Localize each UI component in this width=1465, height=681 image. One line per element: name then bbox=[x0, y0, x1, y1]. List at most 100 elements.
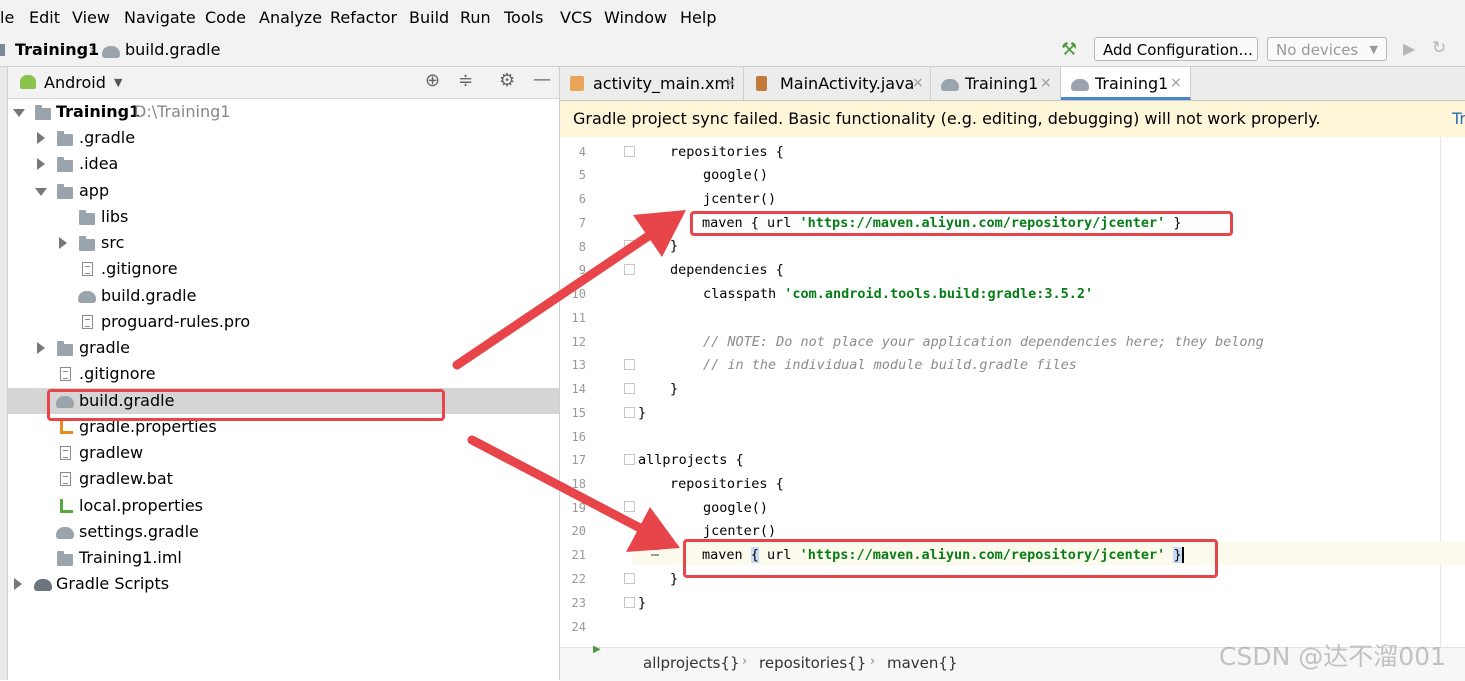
code-line[interactable]: dependencies { bbox=[670, 262, 784, 278]
run-icon[interactable]: ▶ bbox=[1403, 39, 1415, 58]
gear-icon[interactable]: ⚙ bbox=[499, 70, 515, 91]
tab-training1-active[interactable]: Training1 × bbox=[1061, 67, 1191, 100]
close-icon[interactable]: × bbox=[1040, 67, 1052, 100]
devices-dropdown[interactable]: No devices ▼ bbox=[1267, 37, 1387, 61]
fold-marker-icon[interactable] bbox=[624, 501, 635, 512]
folder-icon bbox=[57, 157, 73, 172]
collapsed-arrow-icon bbox=[14, 578, 22, 590]
code-line[interactable]: google() bbox=[703, 500, 768, 516]
fold-marker-icon[interactable] bbox=[624, 454, 635, 465]
menu-window[interactable]: Window bbox=[604, 8, 667, 27]
menu-code[interactable]: Code bbox=[205, 8, 246, 27]
fold-marker-icon[interactable] bbox=[624, 597, 635, 608]
fold-marker-icon[interactable] bbox=[624, 264, 635, 275]
code-token: classpath bbox=[703, 286, 785, 302]
menu-refactor[interactable]: Refactor bbox=[330, 8, 397, 27]
properties-file-icon bbox=[60, 499, 73, 513]
line-number: 20 bbox=[571, 524, 586, 538]
tab-label: MainActivity.java bbox=[780, 74, 915, 93]
breadcrumb-project[interactable]: Training1 bbox=[15, 40, 99, 59]
project-panel: Android ▼ ⊕ ≑ ⚙ — Training1 D:\Training1… bbox=[8, 67, 560, 680]
line-number: 18 bbox=[571, 477, 586, 491]
minimize-icon[interactable]: — bbox=[533, 69, 551, 90]
line-number: 19 bbox=[571, 501, 586, 515]
code-line[interactable]: } bbox=[670, 571, 678, 587]
tab-training1-first[interactable]: Training1 × bbox=[931, 67, 1061, 100]
fold-marker-icon[interactable] bbox=[624, 407, 635, 418]
line-number: 6 bbox=[578, 192, 586, 206]
line-number: 4 bbox=[578, 145, 586, 159]
code-line[interactable]: jcenter() bbox=[703, 191, 776, 207]
gradle-elephant-icon bbox=[102, 46, 120, 58]
menu-file[interactable]: le bbox=[0, 8, 14, 27]
gradle-elephant-icon bbox=[34, 579, 52, 591]
navigation-bar: Training1 › build.gradle ⚒ Add Configura… bbox=[0, 34, 1465, 67]
menu-analyze[interactable]: Analyze bbox=[259, 8, 322, 27]
menu-vcs[interactable]: VCS bbox=[560, 8, 592, 27]
xml-file-icon bbox=[570, 76, 584, 91]
add-configuration-button[interactable]: Add Configuration... bbox=[1094, 37, 1258, 61]
menu-navigate[interactable]: Navigate bbox=[124, 8, 196, 27]
line-number: 11 bbox=[571, 311, 586, 325]
code-line[interactable]: } bbox=[638, 595, 646, 611]
code-line[interactable]: } bbox=[670, 238, 678, 254]
comment-line[interactable]: // NOTE: Do not place your application d… bbox=[703, 334, 1264, 350]
fold-marker-icon[interactable] bbox=[624, 383, 635, 394]
menu-build[interactable]: Build bbox=[409, 8, 449, 27]
bulb-icon[interactable] bbox=[651, 548, 659, 556]
tab-activity-main-xml[interactable]: activity_main.xml × bbox=[560, 67, 744, 100]
annotation-box-maven-line-21 bbox=[683, 539, 1218, 578]
tab-label: activity_main.xml bbox=[593, 74, 735, 93]
text-file-icon bbox=[60, 472, 71, 486]
menu-edit[interactable]: Edit bbox=[29, 8, 60, 27]
menu-tools[interactable]: Tools bbox=[504, 8, 543, 27]
module-file-icon bbox=[57, 551, 73, 566]
tab-label: Training1 bbox=[965, 74, 1039, 93]
devices-label: No devices bbox=[1276, 41, 1359, 59]
apply-changes-icon[interactable]: ↻ bbox=[1432, 38, 1446, 58]
banner-action-link[interactable]: Tr bbox=[1452, 101, 1465, 137]
code-line[interactable]: } bbox=[638, 405, 646, 421]
line-number: 5 bbox=[578, 168, 586, 182]
view-mode-selector[interactable]: Android bbox=[44, 73, 106, 92]
close-icon[interactable]: × bbox=[1170, 67, 1182, 100]
breadcrumb-maven[interactable]: maven{} bbox=[887, 654, 958, 672]
code-line[interactable]: repositories { bbox=[670, 144, 784, 160]
android-icon bbox=[20, 75, 36, 89]
chevron-down-icon[interactable]: ▼ bbox=[114, 76, 122, 89]
fold-marker-icon[interactable] bbox=[624, 359, 635, 370]
tree-label: build.gradle bbox=[101, 286, 197, 305]
line-number: 14 bbox=[571, 382, 586, 396]
gradle-elephant-icon bbox=[78, 291, 96, 303]
line-number: 22 bbox=[571, 572, 586, 586]
code-line[interactable]: } bbox=[670, 381, 678, 397]
menu-help[interactable]: Help bbox=[680, 8, 716, 27]
text-file-icon bbox=[82, 262, 93, 276]
line-number: 15 bbox=[571, 406, 586, 420]
project-panel-header: Android ▼ ⊕ ≑ ⚙ — bbox=[8, 67, 559, 99]
code-line[interactable]: repositories { bbox=[670, 476, 784, 492]
code-line[interactable]: allprojects { bbox=[638, 452, 744, 468]
fold-marker-icon[interactable] bbox=[624, 240, 635, 251]
menu-run[interactable]: Run bbox=[460, 8, 491, 27]
tab-mainactivity-java[interactable]: MainActivity.java × bbox=[744, 67, 931, 100]
fold-marker-icon[interactable] bbox=[624, 573, 635, 584]
chevron-right-icon: › bbox=[89, 42, 95, 58]
close-icon[interactable]: × bbox=[912, 67, 924, 100]
collapse-all-icon[interactable]: ≑ bbox=[458, 70, 473, 91]
close-icon[interactable]: × bbox=[725, 67, 737, 100]
hammer-icon[interactable]: ⚒ bbox=[1061, 39, 1077, 60]
text-file-icon bbox=[60, 446, 71, 460]
code-line[interactable]: jcenter() bbox=[703, 523, 776, 539]
breadcrumb-repositories[interactable]: repositories{} bbox=[759, 654, 866, 672]
fold-marker-icon[interactable] bbox=[624, 146, 635, 157]
code-line-classpath[interactable]: classpath 'com.android.tools.build:gradl… bbox=[703, 286, 1093, 302]
breadcrumb-allprojects[interactable]: allprojects{} bbox=[643, 654, 740, 672]
locate-icon[interactable]: ⊕ bbox=[425, 70, 440, 91]
menu-view[interactable]: View bbox=[72, 8, 110, 27]
comment-line[interactable]: // in the individual module build.gradle… bbox=[703, 357, 1077, 373]
code-line[interactable]: google() bbox=[703, 167, 768, 183]
breadcrumb-file[interactable]: build.gradle bbox=[125, 40, 220, 59]
collapsed-arrow-icon bbox=[37, 158, 45, 170]
tree-label: local.properties bbox=[79, 496, 204, 515]
